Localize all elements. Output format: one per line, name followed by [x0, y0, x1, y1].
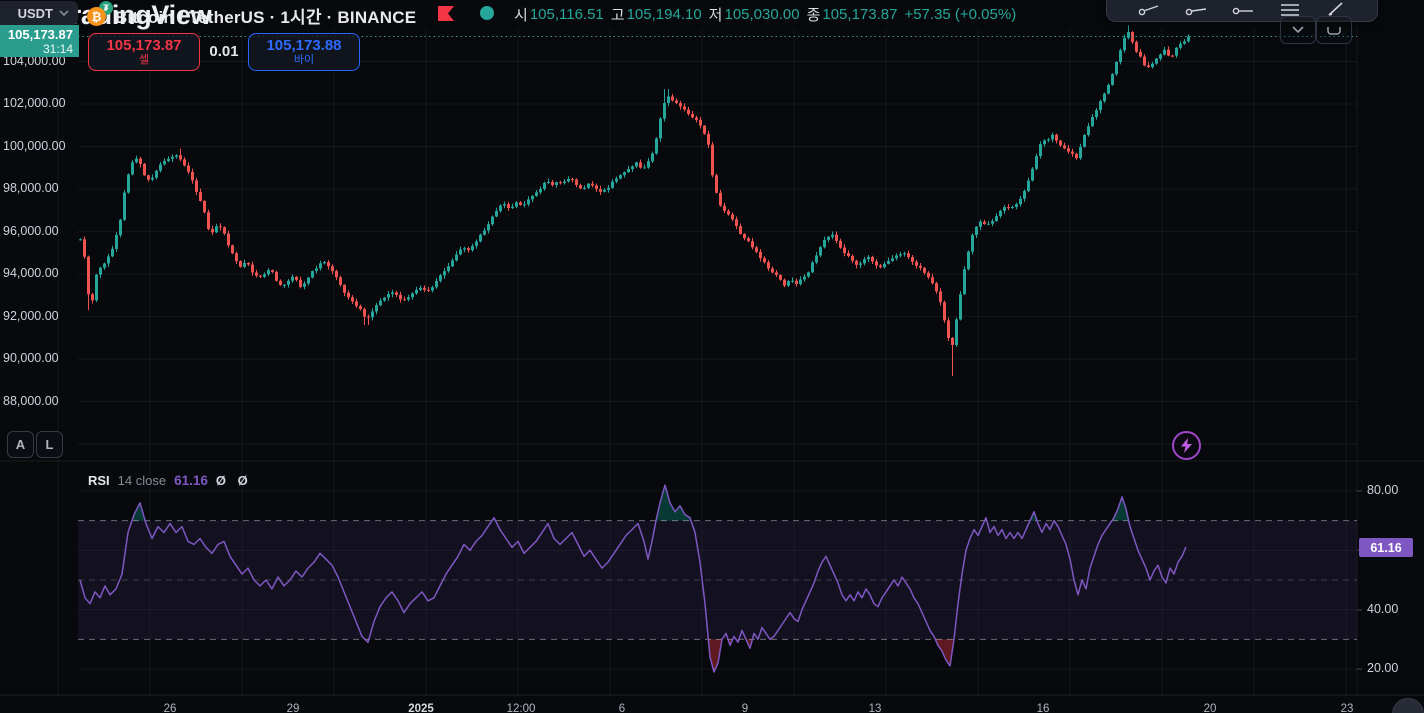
price-axis-label: 94,000.00 — [3, 266, 59, 280]
trendline-tool-icon[interactable] — [1138, 1, 1160, 17]
high-label: 고 — [610, 7, 625, 24]
time-axis-label: 6 — [618, 703, 626, 713]
pencil-tool-icon[interactable] — [1326, 1, 1346, 17]
chevron-down-icon — [59, 10, 69, 16]
time-axis-label: 2025 — [408, 703, 434, 713]
time-axis-label: 9 — [741, 703, 749, 713]
time-axis-label: 12:00 — [506, 703, 536, 713]
rsi-axis-label: 40.00 — [1367, 601, 1399, 616]
price-axis-label: 90,000.00 — [3, 351, 59, 365]
price-axis-label: 100,000.00 — [3, 138, 66, 153]
auto-scale-button[interactable]: A — [7, 431, 34, 458]
open-label: 시 — [514, 7, 528, 24]
boost-button[interactable] — [1172, 431, 1201, 460]
rsi-axis-label: 80.00 — [1367, 483, 1399, 497]
sell-price: 105,173.87 — [106, 37, 182, 55]
symbol-dropdown-label: USDT — [17, 5, 53, 21]
lightning-bolt-icon — [1181, 438, 1192, 453]
buy-price: 105,173.88 — [266, 37, 342, 55]
rsi-indicator-header[interactable]: RSI 14 close 61.16 Ø Ø — [88, 473, 252, 488]
parallel-lines-tool-icon[interactable] — [1279, 1, 1301, 17]
change-value: +57.35 (+0.05%) — [904, 6, 1017, 23]
time-axis-label: 29 — [286, 703, 300, 713]
pane-button[interactable] — [1316, 16, 1352, 44]
low-label: 저 — [708, 7, 723, 24]
buy-label: 바이 — [293, 54, 315, 67]
chart-canvas[interactable] — [0, 0, 1424, 713]
price-axis-label: 92,000.00 — [3, 308, 59, 323]
sell-label: 셀 — [138, 54, 150, 67]
horizontal-line-tool-icon[interactable] — [1232, 1, 1254, 17]
chart-symbol-title[interactable]: Bitcoin / TetherUS · 1시간 · BINANCE — [115, 3, 416, 28]
price-axis-label: 98,000.00 — [3, 181, 59, 195]
high-value: 105,194.10 — [626, 6, 702, 23]
tray-icon — [1327, 26, 1341, 35]
chevron-down-icon — [1292, 26, 1304, 34]
time-axis-label: 23 — [1340, 703, 1354, 713]
buy-button[interactable]: 105,173.88 바이 — [248, 33, 360, 71]
auto-scale-label: A — [15, 437, 26, 452]
log-scale-label: L — [45, 437, 54, 452]
log-scale-button[interactable]: L — [36, 431, 63, 458]
price-axis-label: 102,000.00 — [3, 96, 66, 110]
time-axis-label: 13 — [868, 703, 882, 713]
rsi-axis-label: 20.00 — [1367, 661, 1399, 675]
spread-value: 0.01 — [209, 43, 239, 60]
ray-tool-icon[interactable] — [1185, 1, 1207, 17]
price-axis-label: 88,000.00 — [3, 393, 59, 408]
bar-countdown: 31:14 — [42, 41, 73, 56]
current-price-badge: 105,173.87 31:14 — [0, 25, 79, 57]
scroll-down-button[interactable] — [1280, 16, 1316, 44]
time-axis-label: 20 — [1203, 703, 1217, 713]
market-status-dot[interactable] — [480, 6, 494, 20]
time-axis-label: 26 — [163, 703, 177, 713]
close-label: 종 — [806, 7, 821, 24]
price-axis-label: 96,000.00 — [3, 223, 59, 238]
bitcoin-coin-icon: ₿ — [87, 7, 106, 26]
rsi-params: 14 close — [117, 473, 167, 488]
rsi-title: RSI — [88, 473, 110, 488]
close-value: 105,173.87 — [822, 6, 898, 23]
ohlc-readout: 시 105,116.51 고 105,194.10 저 105,030.00 종 105… — [514, 4, 1016, 25]
symbol-dropdown[interactable]: USDT — [0, 1, 78, 25]
open-value: 105,116.51 — [529, 6, 604, 23]
rsi-null-icons: Ø Ø — [215, 473, 252, 488]
sell-button[interactable]: 105,173.87 셀 — [88, 33, 200, 71]
rsi-value: 61.16 — [174, 473, 208, 488]
tradingview-chart-app: USDT ₮ ₿ Bitcoin / TetherUS · 1시간 · BINA… — [0, 0, 1424, 713]
time-axis-label: 16 — [1036, 703, 1050, 713]
low-value: 105,030.00 — [724, 6, 800, 23]
current-price-value: 105,173.87 — [7, 26, 73, 42]
rsi-value-badge: 61.16 — [1359, 538, 1413, 557]
flag-icon[interactable] — [437, 5, 455, 22]
